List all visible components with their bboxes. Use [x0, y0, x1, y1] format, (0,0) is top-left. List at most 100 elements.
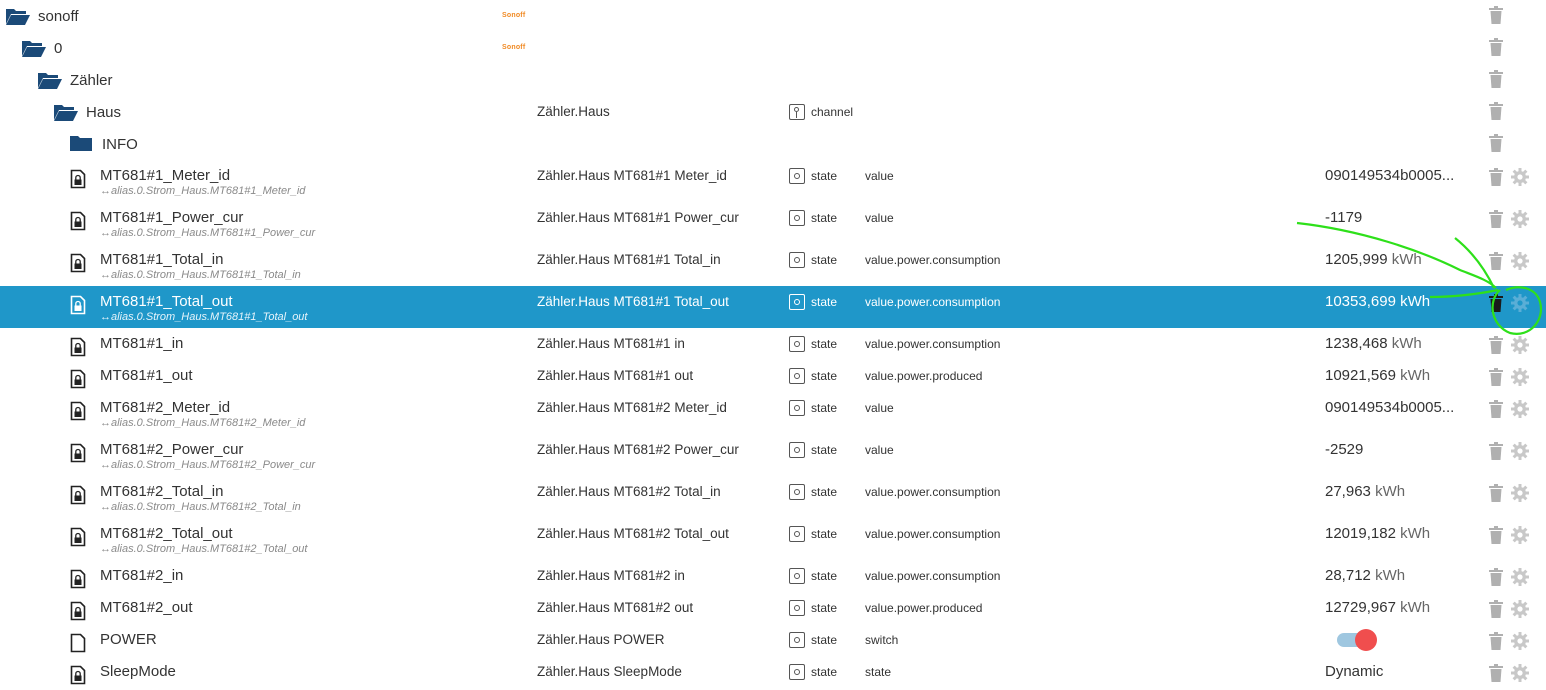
- folder-open-icon[interactable]: [37, 70, 63, 90]
- alias-link[interactable]: ↔alias.0.Strom_Haus.MT681#2_Total_out: [100, 543, 308, 555]
- tree-row-folder[interactable]: Zähler: [0, 64, 1546, 96]
- tree-row-state[interactable]: MT681#2_in Zähler.Haus MT681#2 in state val…: [0, 560, 1546, 592]
- object-role: value: [865, 169, 894, 183]
- gear-icon[interactable]: [1511, 368, 1529, 386]
- object-type: state: [811, 665, 838, 679]
- object-role: state: [865, 665, 892, 679]
- object-name: Zähler.Haus MT681#1 in: [537, 336, 685, 351]
- tree-row-state[interactable]: MT681#1_out Zähler.Haus MT681#1 out state v…: [0, 360, 1546, 392]
- folder-open-icon[interactable]: [53, 102, 79, 122]
- gear-icon[interactable]: [1511, 568, 1529, 586]
- state-value[interactable]: 12729,967 kWh: [1325, 599, 1430, 616]
- state-type-icon: [789, 484, 805, 500]
- tree-row-state[interactable]: MT681#2_Total_out ↔alias.0.Strom_Haus.MT6…: [0, 518, 1546, 560]
- gear-icon[interactable]: [1511, 526, 1529, 544]
- folder-open-icon[interactable]: [5, 6, 31, 26]
- trash-icon[interactable]: [1489, 600, 1503, 618]
- tree-row-state[interactable]: MT681#1_in Zähler.Haus MT681#1 in state val…: [0, 328, 1546, 360]
- trash-icon[interactable]: [1489, 294, 1503, 312]
- trash-icon[interactable]: [1489, 336, 1503, 354]
- value-unit: kWh: [1375, 483, 1406, 500]
- power-toggle[interactable]: [1337, 629, 1377, 651]
- gear-icon[interactable]: [1511, 442, 1529, 460]
- gear-icon[interactable]: [1511, 484, 1529, 502]
- state-value[interactable]: -1179: [1325, 209, 1362, 226]
- state-value[interactable]: -2529: [1325, 441, 1363, 458]
- tree-row-folder[interactable]: INFO: [0, 128, 1546, 160]
- gear-icon[interactable]: [1511, 294, 1529, 312]
- state-value[interactable]: 12019,182 kWh: [1325, 525, 1430, 542]
- file-lock-icon: [70, 401, 86, 421]
- tree-row-state[interactable]: MT681#2_out Zähler.Haus MT681#2 out state v…: [0, 592, 1546, 624]
- state-type-icon: [789, 442, 805, 458]
- folder-icon[interactable]: [69, 134, 95, 154]
- trash-icon[interactable]: [1489, 664, 1503, 682]
- trash-icon[interactable]: [1489, 368, 1503, 386]
- gear-icon[interactable]: [1511, 400, 1529, 418]
- state-value[interactable]: 1238,468 kWh: [1325, 335, 1422, 352]
- gear-icon[interactable]: [1511, 210, 1529, 228]
- alias-link[interactable]: ↔alias.0.Strom_Haus.MT681#1_Meter_id: [100, 185, 305, 197]
- trash-icon[interactable]: [1489, 442, 1503, 460]
- trash-icon[interactable]: [1489, 6, 1503, 24]
- tree-row-folder[interactable]: 0 Sonoff: [0, 32, 1546, 64]
- trash-icon[interactable]: [1489, 38, 1503, 56]
- trash-icon[interactable]: [1489, 102, 1503, 120]
- tree-row-state-selected[interactable]: MT681#1_Total_out ↔alias.0.Strom_Haus.MT6…: [0, 286, 1546, 328]
- trash-icon[interactable]: [1489, 484, 1503, 502]
- state-value[interactable]: 27,963 kWh: [1325, 483, 1405, 500]
- state-type-icon: [789, 600, 805, 616]
- gear-icon[interactable]: [1511, 336, 1529, 354]
- state-value[interactable]: 10353,699 kWh: [1325, 293, 1430, 310]
- object-name: Zähler.Haus POWER: [537, 632, 665, 647]
- state-type-icon: [789, 368, 805, 384]
- alias-link[interactable]: ↔alias.0.Strom_Haus.MT681#2_Meter_id: [100, 417, 305, 429]
- tree-row-state[interactable]: MT681#2_Total_in ↔alias.0.Strom_Haus.MT68…: [0, 476, 1546, 518]
- alias-link[interactable]: ↔alias.0.Strom_Haus.MT681#1_Power_cur: [100, 227, 315, 239]
- state-value[interactable]: 28,712 kWh: [1325, 567, 1405, 584]
- folder-open-icon[interactable]: [21, 38, 47, 58]
- object-type: state: [811, 569, 838, 583]
- tree-row-folder[interactable]: Haus Zähler.Haus channel: [0, 96, 1546, 128]
- gear-icon[interactable]: [1511, 664, 1529, 682]
- state-value[interactable]: 1205,999 kWh: [1325, 251, 1422, 268]
- gear-icon[interactable]: [1511, 168, 1529, 186]
- tree-row-folder[interactable]: sonoff Sonoff: [0, 0, 1546, 32]
- trash-icon[interactable]: [1489, 400, 1503, 418]
- alias-link[interactable]: ↔alias.0.Strom_Haus.MT681#2_Power_cur: [100, 459, 315, 471]
- state-value[interactable]: 10921,569 kWh: [1325, 367, 1430, 384]
- trash-icon[interactable]: [1489, 632, 1503, 650]
- state-value[interactable]: Dynamic: [1325, 663, 1383, 680]
- trash-icon[interactable]: [1489, 210, 1503, 228]
- state-value[interactable]: 090149534b0005...: [1325, 399, 1454, 416]
- state-type-icon: [789, 252, 805, 268]
- tree-row-state[interactable]: SleepMode Zähler.Haus SleepMode state state…: [0, 656, 1546, 688]
- object-name: Zähler.Haus MT681#1 out: [537, 368, 694, 383]
- trash-icon[interactable]: [1489, 70, 1503, 88]
- gear-icon[interactable]: [1511, 252, 1529, 270]
- trash-icon[interactable]: [1489, 168, 1503, 186]
- tree-row-state[interactable]: POWER Zähler.Haus POWER state switch: [0, 624, 1546, 656]
- object-type: state: [811, 295, 838, 309]
- value-number: 28,712: [1325, 567, 1371, 584]
- object-type: state: [811, 443, 838, 457]
- tree-row-state[interactable]: MT681#1_Total_in ↔alias.0.Strom_Haus.MT68…: [0, 244, 1546, 286]
- tree-row-state[interactable]: MT681#2_Power_cur ↔alias.0.Strom_Haus.MT6…: [0, 434, 1546, 476]
- state-value[interactable]: 090149534b0005...: [1325, 167, 1454, 184]
- state-label: MT681#1_Total_in: [100, 251, 224, 268]
- object-type: state: [811, 601, 838, 615]
- state-type-icon: [789, 526, 805, 542]
- tree-row-state[interactable]: MT681#2_Meter_id ↔alias.0.Strom_Haus.MT68…: [0, 392, 1546, 434]
- trash-icon[interactable]: [1489, 568, 1503, 586]
- tree-row-state[interactable]: MT681#1_Power_cur ↔alias.0.Strom_Haus.MT6…: [0, 202, 1546, 244]
- trash-icon[interactable]: [1489, 252, 1503, 270]
- gear-icon[interactable]: [1511, 632, 1529, 650]
- alias-link[interactable]: ↔alias.0.Strom_Haus.MT681#1_Total_out: [100, 311, 308, 323]
- alias-link[interactable]: ↔alias.0.Strom_Haus.MT681#1_Total_in: [100, 269, 301, 281]
- tree-row-state[interactable]: MT681#1_Meter_id ↔alias.0.Strom_Haus.MT68…: [0, 160, 1546, 202]
- alias-link[interactable]: ↔alias.0.Strom_Haus.MT681#2_Total_in: [100, 501, 301, 513]
- trash-icon[interactable]: [1489, 134, 1503, 152]
- gear-icon[interactable]: [1511, 600, 1529, 618]
- trash-icon[interactable]: [1489, 526, 1503, 544]
- state-label: MT681#2_Total_out: [100, 525, 233, 542]
